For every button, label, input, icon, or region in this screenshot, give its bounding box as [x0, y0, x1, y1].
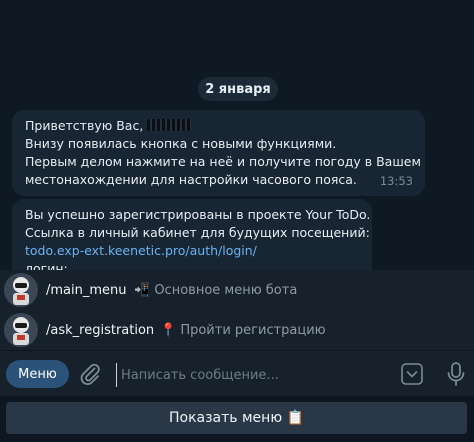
chat-area[interactable]: 2 января Приветствую Вас, Внизу появилас…	[0, 0, 474, 270]
microphone-icon[interactable]	[446, 361, 466, 387]
command-name: /main_menu	[46, 282, 127, 298]
bot-commands-list: /main_menu 📲 Основное меню бота /ask_reg…	[0, 270, 474, 350]
message-line: Ссылка в личный кабинет для будущих посе…	[25, 225, 370, 240]
reply-keyboard: Показать меню 📋	[0, 396, 474, 442]
mobile-arrow-icon: 📲	[134, 282, 151, 298]
message-input[interactable]	[116, 363, 393, 387]
message-line: Внизу появилась кнопка с новыми функциям…	[25, 136, 337, 151]
message-time: 13:53	[379, 174, 413, 188]
message-line: местонахождении для настройки часового п…	[25, 172, 357, 187]
redacted-name	[147, 119, 192, 131]
bot-avatar	[4, 313, 38, 347]
keyboard-toggle-icon[interactable]	[401, 363, 423, 385]
menu-button[interactable]: Меню	[6, 360, 69, 388]
command-item-ask-registration[interactable]: /ask_registration 📍 Пройти регистрацию	[0, 310, 474, 350]
message-bubble[interactable]: Приветствую Вас, Внизу появилась кнопка …	[12, 110, 425, 196]
bot-avatar	[4, 273, 38, 307]
show-menu-button[interactable]: Показать меню 📋	[6, 402, 467, 434]
command-name: /ask_registration	[46, 322, 155, 338]
message-line: Вы успешно зарегистрированы в проекте Yo…	[25, 207, 371, 222]
message-line: логин:	[25, 261, 68, 270]
message-link[interactable]: todo.exp-ext.keenetic.pro/auth/login/	[25, 242, 360, 260]
message-line: Приветствую Вас,	[25, 117, 413, 135]
command-item-main-menu[interactable]: /main_menu 📲 Основное меню бота	[0, 270, 474, 310]
date-label: 2 января	[205, 81, 271, 97]
paperclip-icon[interactable]	[78, 362, 102, 386]
date-separator: 2 января	[198, 77, 278, 101]
command-description: 📲 Основное меню бота	[134, 282, 298, 298]
message-line: Первым делом нажмите на неё и получите п…	[25, 154, 421, 169]
pin-icon: 📍	[160, 322, 177, 338]
message-composer: Меню	[0, 350, 474, 397]
command-description: 📍 Пройти регистрацию	[160, 322, 326, 338]
message-bubble[interactable]: Вы успешно зарегистрированы в проекте Yo…	[12, 199, 372, 270]
